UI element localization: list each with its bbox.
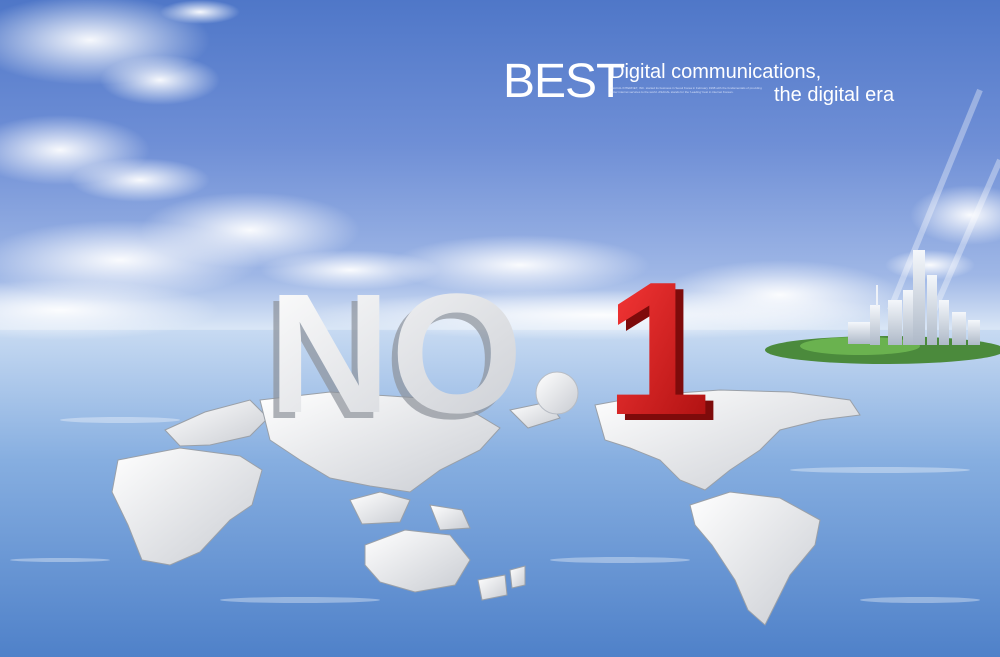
headline-fineprint: ASACAL INTERNET, INC. started its busine…	[610, 86, 762, 94]
headline-line2: the digital era	[774, 84, 895, 106]
hero-one: 1	[605, 243, 711, 455]
hero-dot	[535, 371, 579, 415]
hero-no: NO	[268, 259, 523, 449]
headline-line1: Digital communications,	[610, 61, 822, 83]
headline-best: BEST	[503, 55, 625, 108]
headline: BEST Digital communications, ASACAL INTE…	[503, 56, 923, 116]
hero-no1: NO NO 1 1	[262, 243, 719, 461]
scene: NO NO 1 1 BEST Digital communications, A…	[0, 0, 1000, 657]
